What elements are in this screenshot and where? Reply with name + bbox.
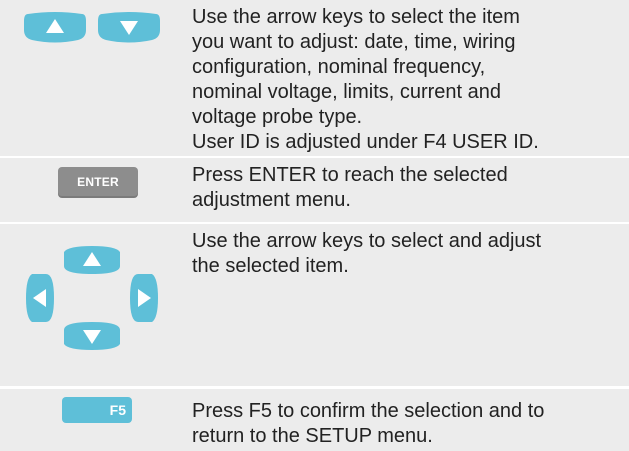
up-down-arrow-keys-icon bbox=[24, 12, 160, 43]
instruction-line: Press ENTER to reach the selected bbox=[192, 164, 508, 186]
enter-key-icon: ENTER bbox=[58, 167, 138, 198]
instruction-text: Press ENTER to reach the selected adjust… bbox=[192, 163, 619, 213]
instruction-line: Press F5 to confirm the selection and to bbox=[192, 400, 545, 422]
instruction-line: return to the SETUP menu. bbox=[192, 425, 433, 447]
instruction-line: voltage probe type. bbox=[192, 106, 363, 128]
instruction-text: Use the arrow keys to select and adjust … bbox=[192, 229, 619, 279]
instruction-line: adjustment menu. bbox=[192, 189, 351, 211]
instruction-text: Press F5 to confirm the selection and to… bbox=[192, 399, 619, 449]
instruction-line: you want to adjust: date, time, wiring bbox=[192, 31, 516, 53]
icon-cell bbox=[0, 0, 170, 156]
four-way-arrow-keys-icon bbox=[26, 246, 158, 350]
instruction-row-f5: F5 Press F5 to confirm the selection and… bbox=[0, 389, 629, 451]
instruction-text: Use the arrow keys to select the item yo… bbox=[192, 5, 619, 155]
instruction-row-adjust-item: Use the arrow keys to select and adjust … bbox=[0, 224, 629, 386]
instruction-table: Use the arrow keys to select the item yo… bbox=[0, 0, 629, 451]
icon-cell bbox=[0, 224, 170, 386]
instruction-line: Use the arrow keys to select the item bbox=[192, 6, 520, 28]
icon-cell: F5 bbox=[0, 389, 170, 451]
instruction-row-enter: ENTER Press ENTER to reach the selected … bbox=[0, 158, 629, 222]
instruction-row-select-item: Use the arrow keys to select the item yo… bbox=[0, 0, 629, 156]
instruction-line: the selected item. bbox=[192, 255, 349, 277]
instruction-line: configuration, nominal frequency, bbox=[192, 56, 486, 78]
instruction-line: Use the arrow keys to select and adjust bbox=[192, 230, 542, 252]
f5-key-icon: F5 bbox=[62, 397, 132, 423]
instruction-line: nominal voltage, limits, current and bbox=[192, 81, 502, 103]
icon-cell: ENTER bbox=[0, 158, 170, 222]
instruction-line: User ID is adjusted under F4 USER ID. bbox=[192, 131, 539, 153]
